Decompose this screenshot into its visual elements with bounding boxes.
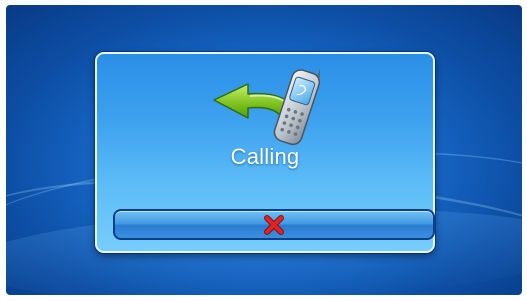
cancel-call-button[interactable]: [113, 209, 435, 240]
close-icon: [264, 214, 284, 235]
screen: Calling: [6, 5, 522, 295]
call-phone-arrow-icon: [213, 67, 320, 146]
calling-dialog: Calling: [95, 52, 435, 253]
dialog-title: Calling: [230, 144, 300, 169]
